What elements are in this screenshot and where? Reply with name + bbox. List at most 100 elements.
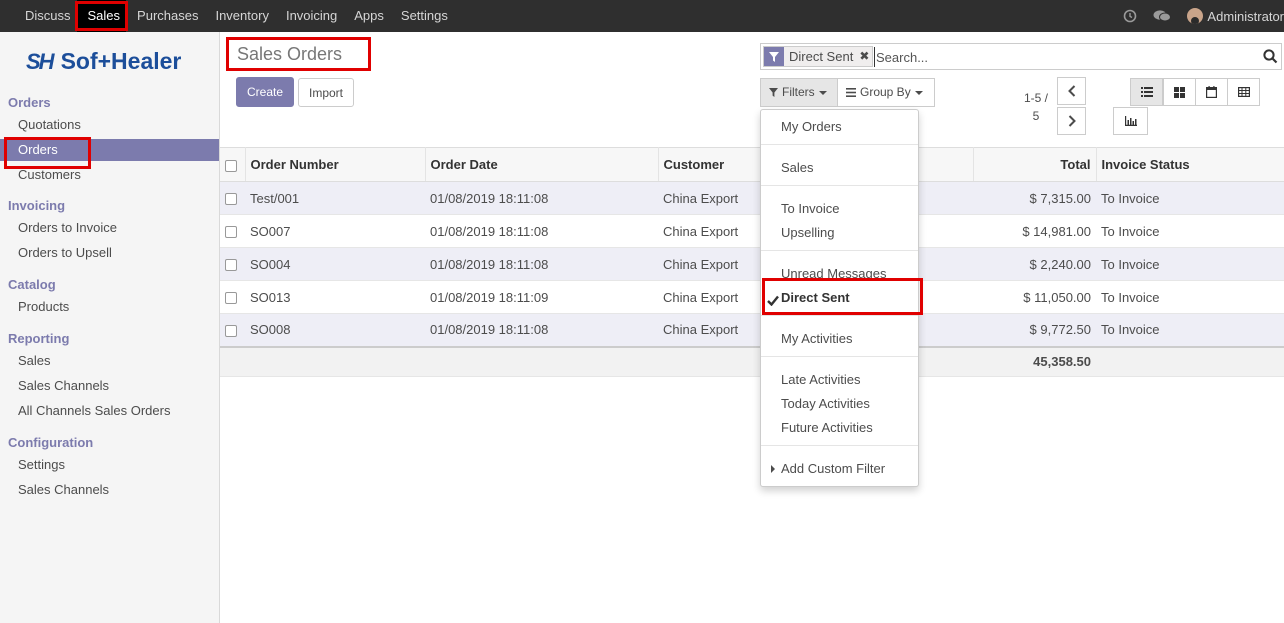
filter-option-label: My Activities — [781, 331, 853, 346]
sidebar-item-sales-channels[interactable]: Sales Channels — [0, 479, 219, 501]
filter-option-label: Upselling — [781, 225, 835, 240]
search-facet: Direct Sent ✖ — [763, 46, 874, 67]
chat-icon[interactable] — [1153, 9, 1172, 23]
group-by-label: Group By — [860, 85, 911, 99]
user-name[interactable]: Administrator — [1207, 9, 1284, 24]
sidebar-item-products[interactable]: Products — [0, 296, 219, 318]
orders-table: Order Number Order Date Customer Total I… — [220, 147, 1284, 377]
filter-option-label: To Invoice — [781, 201, 840, 216]
graph-view-button[interactable] — [1113, 107, 1148, 135]
search-icon[interactable] — [1263, 49, 1278, 67]
table-row[interactable]: SO013 01/08/2019 18:11:09 China Export $ 11… — [220, 280, 1284, 314]
filter-option-sales[interactable]: Sales — [761, 157, 918, 179]
sidebar-item-orders-to-upsell[interactable]: Orders to Upsell — [0, 242, 219, 264]
footer-cell — [245, 345, 425, 377]
list-view-button[interactable] — [1130, 78, 1163, 106]
filter-option-today-activities[interactable]: Today Activities — [761, 393, 918, 415]
select-all-checkbox-cell[interactable] — [220, 147, 246, 182]
row-checkbox[interactable] — [220, 280, 245, 314]
filter-option-future-activities[interactable]: Future Activities — [761, 417, 918, 439]
import-button[interactable]: Import — [298, 78, 354, 107]
pager-total: 5 — [1032, 109, 1040, 123]
avatar[interactable] — [1187, 8, 1204, 24]
order-number: SO004 — [245, 247, 425, 281]
filter-option-to-invoice[interactable]: To Invoice — [761, 198, 918, 220]
page-title: Sales Orders — [226, 37, 371, 71]
dropdown-divider — [761, 356, 918, 357]
row-checkbox[interactable] — [225, 292, 237, 305]
footer-cell — [425, 345, 658, 377]
chevron-left-icon — [1067, 85, 1075, 97]
pager-value[interactable]: 1-5 / 5 — [1016, 89, 1056, 125]
menu-sales[interactable]: Sales — [74, 0, 128, 32]
table-row[interactable]: SO008 01/08/2019 18:11:08 China Export $ 9,… — [220, 313, 1284, 347]
sidebar-item-customers[interactable]: Customers — [0, 164, 219, 186]
row-checkbox[interactable] — [220, 181, 245, 215]
pager-previous-button[interactable] — [1057, 77, 1086, 105]
menu-invoicing[interactable]: Invoicing — [275, 0, 343, 32]
table-row[interactable]: SO004 01/08/2019 18:11:08 China Export $ 2,… — [220, 247, 1284, 281]
row-checkbox[interactable] — [220, 313, 245, 347]
chevron-right-icon — [1068, 115, 1076, 127]
filter-option-my-orders[interactable]: My Orders — [761, 116, 918, 138]
sidebar-item-sales[interactable]: Sales — [0, 350, 219, 372]
filters-button[interactable]: Filters — [760, 78, 838, 107]
sidebar-section-catalog: Catalog — [8, 277, 56, 292]
column-invoice-status[interactable]: Invoice Status — [1096, 147, 1284, 182]
filter-option-late-activities[interactable]: Late Activities — [761, 369, 918, 391]
clock-icon[interactable] — [1123, 9, 1137, 23]
filters-label: Filters — [782, 85, 815, 99]
facet-label: Direct Sent — [789, 49, 854, 64]
table-row[interactable]: SO007 01/08/2019 18:11:08 China Export $ 14… — [220, 214, 1284, 248]
group-by-button[interactable]: Group By — [837, 78, 935, 107]
add-custom-filter-label: Add Custom Filter — [781, 461, 886, 476]
select-all-checkbox[interactable] — [225, 159, 237, 172]
sidebar-item-all-channels-sales-orders[interactable]: All Channels Sales Orders — [0, 400, 219, 422]
app-menu: Discuss Sales Purchases Inventory Invoicing A… — [14, 0, 454, 32]
row-checkbox[interactable] — [225, 193, 237, 206]
row-checkbox[interactable] — [220, 214, 245, 248]
menu-settings[interactable]: Settings — [390, 0, 454, 32]
facet-remove-icon[interactable]: ✖ — [856, 47, 872, 66]
filter-option-label: Today Activities — [781, 396, 870, 411]
row-checkbox[interactable] — [225, 226, 237, 239]
sidebar-item-orders-to-invoice[interactable]: Orders to Invoice — [0, 217, 219, 239]
filter-option-label: Future Activities — [781, 420, 873, 435]
column-order-date[interactable]: Order Date — [425, 147, 659, 182]
filter-option-direct-sent[interactable]: Direct Sent — [761, 278, 923, 315]
menu-purchases[interactable]: Purchases — [126, 0, 204, 32]
filters-dropdown: My Orders Sales To Invoice Upselling Unread … — [760, 109, 923, 487]
row-checkbox[interactable] — [225, 259, 237, 272]
menu-inventory[interactable]: Inventory — [204, 0, 274, 32]
table-row[interactable]: Test/001 01/08/2019 18:11:08 China Export $… — [220, 181, 1284, 215]
sidebar-item-quotations[interactable]: Quotations — [0, 114, 219, 136]
search-bar: Direct Sent ✖ — [760, 43, 1282, 70]
invoice-status: To Invoice — [1096, 313, 1284, 347]
sidebar-section-invoicing: Invoicing — [8, 198, 66, 213]
filter-option-my-activities[interactable]: My Activities — [761, 328, 918, 350]
filter-option-label: Direct Sent — [781, 290, 850, 305]
check-icon — [767, 291, 779, 313]
row-checkbox[interactable] — [225, 324, 237, 337]
pivot-view-button[interactable] — [1227, 78, 1260, 106]
sidebar-item-settings[interactable]: Settings — [0, 454, 219, 476]
calendar-view-button[interactable] — [1195, 78, 1228, 106]
create-button[interactable]: Create — [236, 77, 294, 107]
graph-view-icon — [1124, 116, 1137, 126]
column-order-number[interactable]: Order Number — [245, 147, 426, 182]
caret-down-icon — [818, 90, 827, 95]
kanban-view-button[interactable] — [1163, 78, 1196, 106]
pager-next-button[interactable] — [1057, 107, 1086, 135]
table-header-row: Order Number Order Date Customer Total I… — [220, 147, 1284, 182]
order-number: Test/001 — [245, 181, 425, 215]
filter-option-upselling[interactable]: Upselling — [761, 222, 918, 244]
menu-discuss[interactable]: Discuss — [14, 0, 77, 32]
add-custom-filter[interactable]: Add Custom Filter — [761, 458, 918, 480]
row-checkbox[interactable] — [220, 247, 245, 281]
sidebar-item-orders[interactable]: Orders — [0, 137, 219, 169]
footer-cell — [220, 345, 245, 377]
search-input[interactable] — [874, 47, 1254, 67]
sidebar-item-sales-channels[interactable]: Sales Channels — [0, 375, 219, 397]
menu-apps[interactable]: Apps — [343, 0, 390, 32]
column-total[interactable]: Total — [973, 147, 1097, 182]
